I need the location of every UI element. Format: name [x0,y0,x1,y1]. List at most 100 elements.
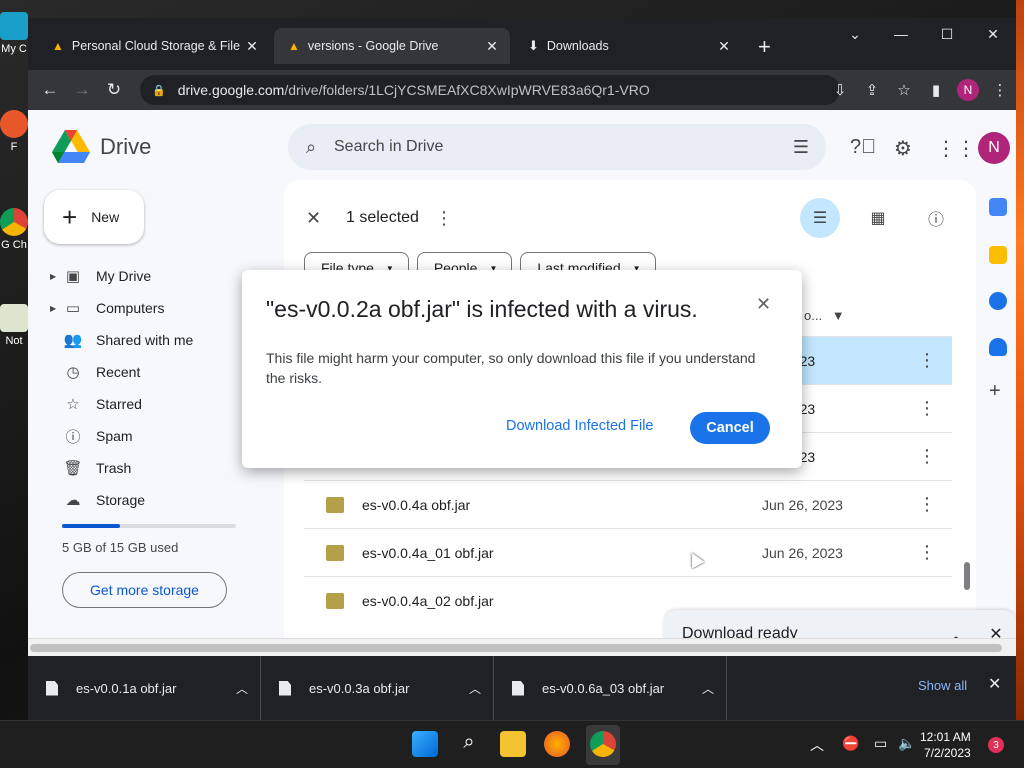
row-more-icon[interactable]: ⋮ [902,398,952,419]
display-icon[interactable]: ▭ [874,735,887,752]
sidebar-item-label: Recent [96,364,141,380]
table-row[interactable]: es-v0.0.4a obf.jar Jun 26, 2023 ⋮ [304,480,952,528]
tab-versions-google-drive[interactable]: ▲ versions - Google Drive ✕ [274,28,510,64]
notification-badge[interactable]: 3 [988,737,1004,753]
tab-downloads[interactable]: ⬇ Downloads ✕ [514,28,742,64]
chevron-up-icon[interactable]: ︿ [690,680,726,697]
close-shelf-icon[interactable]: ✕ [988,674,1001,694]
apps-grid-icon[interactable]: ⋮⋮ [936,136,976,161]
close-icon[interactable]: ✕ [244,38,260,55]
back-icon[interactable]: ← [34,80,66,100]
kebab-menu-icon[interactable]: ⋮ [984,81,1016,99]
keep-icon[interactable] [989,246,1007,264]
download-infected-file-button[interactable]: Download Infected File [506,418,654,434]
chrome-icon[interactable] [590,731,616,757]
desktop-icon-chrome[interactable]: G Ch [0,208,28,251]
more-actions-icon[interactable]: ⋮ [435,208,453,229]
row-more-icon[interactable]: ⋮ [902,446,952,467]
sidebar-item-storage[interactable]: ☁ Storage [50,484,290,516]
system-clock[interactable]: 12:01 AM 7/2/2023 [920,729,971,761]
notepad-icon [0,304,28,332]
minimize-icon[interactable]: — [878,26,924,42]
gear-icon[interactable]: ⚙ [894,136,912,161]
table-row[interactable]: es-v0.0.4a_01 obf.jar Jun 26, 2023 ⋮ [304,528,952,576]
tasks-icon[interactable] [989,292,1007,310]
chevron-up-icon[interactable]: ︿ [457,680,493,697]
tab-label: Downloads [546,39,609,53]
row-more-icon[interactable]: ⋮ [902,542,952,563]
downloads-shelf: es-v0.0.1a obf.jar ︿ es-v0.0.3a obf.jar … [28,656,1016,720]
expand-caret-icon[interactable]: ▶ [50,304,62,313]
search-input[interactable]: ⌕ Search in Drive ☰ [288,124,826,170]
clear-selection-icon[interactable]: ✕ [306,208,328,229]
download-item[interactable]: es-v0.0.1a obf.jar ︿ [28,656,261,720]
reload-icon[interactable]: ↻ [98,80,130,100]
desktop-icon-firefox[interactable]: F [0,110,28,153]
trash-icon: 🗑 [63,460,83,477]
new-tab-button[interactable]: + [758,34,771,60]
show-all-link[interactable]: Show all [918,678,967,693]
star-icon[interactable]: ☆ [888,81,920,99]
grid-view-icon[interactable]: ▦ [858,198,898,238]
share-icon[interactable]: ⇪ [856,81,888,99]
desktop-icon-label: G Ch [1,239,27,251]
download-file-name: es-v0.0.3a obf.jar [309,680,410,696]
cancel-button[interactable]: Cancel [690,412,770,444]
network-icon[interactable]: ⛔ [842,735,859,752]
new-button[interactable]: + New [44,190,144,244]
desktop-icon-my-computer[interactable]: My C [0,12,28,55]
install-icon[interactable]: ⇩ [824,81,856,99]
file-explorer-icon[interactable] [500,731,526,757]
search-icon[interactable]: ⌕ [456,731,482,757]
desktop-icon-notepad[interactable]: Not [0,304,28,347]
profile-avatar[interactable]: N [957,79,979,101]
add-addon-icon[interactable]: + [989,380,1001,403]
tab-personal-cloud-storage[interactable]: ▲ Personal Cloud Storage & File Sh ✕ [38,28,270,64]
drive-logo[interactable]: Drive [52,130,151,164]
column-header-modified[interactable]: o... ▼ [804,308,845,323]
vertical-scrollbar[interactable] [964,562,970,590]
close-window-icon[interactable]: ✕ [970,26,1016,43]
chrome-icon [0,208,28,236]
new-button-label: New [91,209,120,225]
volume-icon[interactable]: 🔈 [898,735,915,752]
calendar-icon[interactable] [989,198,1007,216]
close-icon[interactable]: ✕ [484,38,500,55]
firefox-icon[interactable] [544,731,570,757]
list-view-icon[interactable]: ☰ [800,198,840,238]
lock-icon: 🔒 [152,84,166,97]
download-item[interactable]: es-v0.0.6a_03 obf.jar ︿ [494,656,727,720]
maximize-icon[interactable]: ☐ [924,26,970,43]
windows-start-icon[interactable] [412,731,438,757]
account-avatar[interactable]: N [978,132,1010,164]
shared-icon: 👥 [63,332,83,349]
scrollbar-thumb[interactable] [30,644,1002,652]
row-more-icon[interactable]: ⋮ [902,350,952,371]
row-more-icon[interactable]: ⋮ [902,494,952,515]
forward-icon[interactable]: → [66,80,98,100]
info-icon[interactable]: ⓘ [916,198,956,238]
download-item[interactable]: es-v0.0.3a obf.jar ︿ [261,656,494,720]
horizontal-scrollbar[interactable] [28,638,1016,656]
download-file-name: es-v0.0.6a_03 obf.jar [542,680,665,696]
url-host: drive.google.com [177,82,285,98]
download-file-name: es-v0.0.1a obf.jar [76,680,177,696]
chevron-up-icon[interactable]: ︿ [810,735,824,755]
chevron-up-icon[interactable]: ︿ [224,680,260,697]
contacts-icon[interactable] [989,338,1007,356]
side-panel-icon[interactable]: ▮ [920,81,952,99]
search-icon[interactable]: ⌕ [288,137,334,158]
help-icon[interactable]: ?⃝ [850,136,876,159]
get-more-storage-button[interactable]: Get more storage [62,572,227,608]
search-options-icon[interactable]: ☰ [776,137,826,158]
file-icon [279,680,291,696]
tab-label: versions - Google Drive [307,39,439,53]
tab-search-icon[interactable]: ⌄ [832,26,878,43]
file-name: es-v0.0.4a_02 obf.jar [362,592,494,609]
close-icon[interactable]: ✕ [716,38,732,55]
url-input[interactable]: 🔒 drive.google.com /drive/folders/1LCjYC… [140,75,840,105]
desktop-icon-label: Not [5,335,23,347]
jar-file-icon [326,496,344,513]
close-icon[interactable]: ✕ [756,294,771,315]
expand-caret-icon[interactable]: ▶ [50,272,62,281]
